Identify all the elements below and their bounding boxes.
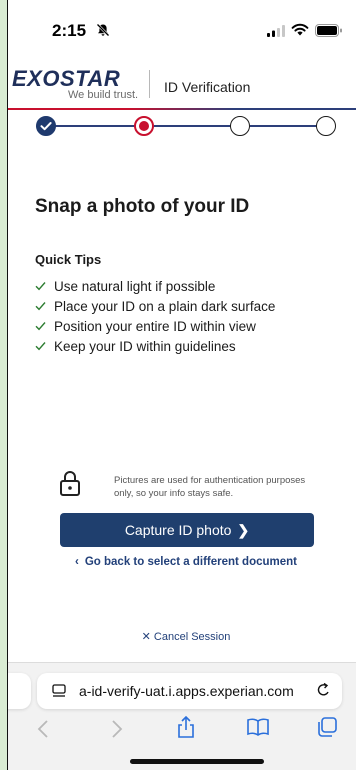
browser-toolbar: a-id-verify-uat.i.apps.experian.com	[8, 662, 356, 770]
back-arrow-icon[interactable]	[36, 719, 50, 739]
tip-item: Keep your ID within guidelines	[35, 336, 275, 356]
tip-text: Use natural light if possible	[54, 278, 216, 294]
silent-mode-icon	[96, 23, 110, 37]
progress-stepper	[8, 114, 356, 138]
tip-item: Place your ID on a plain dark surface	[35, 296, 275, 316]
step-1-complete	[36, 116, 56, 136]
check-icon	[35, 302, 46, 311]
battery-icon	[315, 24, 342, 37]
home-indicator[interactable]	[130, 759, 264, 764]
check-icon	[35, 322, 46, 331]
phone-screen: 2:15 EXOSTAR We build trust. ID Verifica…	[7, 0, 356, 770]
wifi-icon	[291, 23, 309, 36]
status-bar: 2:15	[8, 0, 356, 62]
check-icon	[35, 342, 46, 351]
bookmarks-icon[interactable]	[246, 718, 270, 736]
page-settings-icon[interactable]	[51, 683, 67, 699]
tip-text: Position your entire ID within view	[54, 318, 256, 334]
previous-tab-preview[interactable]	[8, 673, 31, 709]
instruction-heading: Snap a photo of your ID	[35, 196, 250, 217]
header-accent-line	[8, 108, 356, 110]
stepper-connector	[250, 125, 318, 127]
check-icon	[35, 282, 46, 291]
cellular-signal-icon	[267, 25, 285, 37]
address-bar[interactable]: a-id-verify-uat.i.apps.experian.com	[37, 673, 342, 709]
step-3-pending	[230, 116, 250, 136]
forward-arrow-icon[interactable]	[110, 719, 124, 739]
step-4-pending	[316, 116, 336, 136]
tip-text: Keep your ID within guidelines	[54, 338, 236, 354]
go-back-label: Go back to select a different document	[84, 556, 297, 568]
checkmark-icon	[40, 121, 52, 130]
header-divider	[149, 70, 150, 98]
tip-text: Place your ID on a plain dark surface	[54, 298, 276, 314]
page-title: ID Verification	[164, 79, 251, 95]
exostar-logo: EXOSTAR We build trust.	[12, 66, 142, 102]
tip-item: Use natural light if possible	[35, 276, 275, 296]
cancel-session-link[interactable]: ✕ Cancel Session	[8, 630, 356, 643]
close-icon: ✕	[141, 631, 151, 643]
cancel-session-label: Cancel Session	[153, 631, 231, 643]
go-back-link[interactable]: ‹ Go back to select a different document	[8, 556, 356, 568]
share-icon[interactable]	[176, 715, 196, 739]
url-text: a-id-verify-uat.i.apps.experian.com	[79, 683, 294, 699]
reload-icon[interactable]	[315, 682, 331, 700]
privacy-notice-text: Pictures are used for authentication pur…	[114, 475, 306, 499]
stepper-connector	[54, 125, 136, 127]
quick-tips-heading: Quick Tips	[35, 252, 102, 267]
capture-id-photo-button[interactable]: Capture ID photo ❯	[60, 513, 314, 547]
app-header: EXOSTAR We build trust. ID Verification	[8, 62, 356, 108]
chevron-left-icon: ‹	[75, 556, 79, 568]
quick-tips-list: Use natural light if possible Place your…	[35, 276, 275, 356]
capture-button-label: Capture ID photo	[124, 522, 232, 538]
chevron-right-icon: ❯	[237, 521, 250, 538]
tabs-icon[interactable]	[317, 717, 337, 737]
tip-item: Position your entire ID within view	[35, 316, 275, 336]
logo-tagline: We build trust.	[68, 89, 139, 101]
step-2-current	[134, 116, 154, 136]
stepper-connector	[154, 125, 232, 127]
lock-icon	[60, 471, 80, 496]
privacy-notice: Pictures are used for authentication pur…	[60, 470, 320, 504]
status-time: 2:15	[52, 21, 87, 40]
